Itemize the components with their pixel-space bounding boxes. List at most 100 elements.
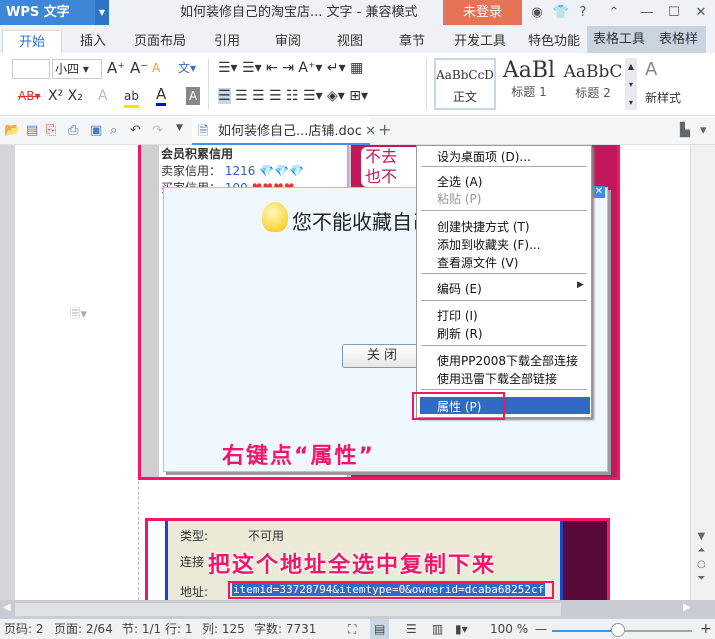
status-page: 页码: 2 xyxy=(4,622,44,636)
status-section: 节: 1/1 xyxy=(122,622,162,636)
grow-font-icon[interactable]: A⁺ A⁻ xyxy=(107,59,148,77)
tab-layout[interactable]: 页面布局 xyxy=(128,30,192,53)
tab-review[interactable]: 审阅 xyxy=(266,30,310,53)
page-view-icon[interactable]: ▤ xyxy=(370,619,390,639)
zoom-level: 100 % xyxy=(490,622,529,636)
horizontal-scrollbar[interactable]: ◀ ▶ xyxy=(0,600,715,619)
font-name-select[interactable] xyxy=(12,59,50,79)
tab-special[interactable]: 特色功能 xyxy=(522,30,586,53)
menu-item-create-shortcut[interactable]: 创建快捷方式 (T) xyxy=(437,218,530,235)
tab-table-tools[interactable]: 表格工具 xyxy=(587,26,651,53)
strikethrough-icon[interactable]: AB▾ xyxy=(18,87,40,105)
web-view-icon[interactable]: ▥ xyxy=(432,619,443,639)
print-icon[interactable]: ⎙ xyxy=(68,123,78,138)
type-label: 类型: xyxy=(180,529,209,543)
phonetic-icon[interactable]: 文▾ xyxy=(178,59,196,77)
address-field[interactable]: itemid=33728794&itemtype=0&ownerid=dcaba… xyxy=(228,581,554,599)
superscript-subscript-icon[interactable]: X² X₂ xyxy=(48,87,83,105)
tab-references[interactable]: 引用 xyxy=(205,30,249,53)
find-icon[interactable]: ⌕ xyxy=(110,123,117,138)
clear-format-icon[interactable]: A xyxy=(152,59,160,77)
address-label: 地址: xyxy=(180,585,209,599)
skin-icon[interactable]: ◉ xyxy=(528,0,546,25)
tab-insert[interactable]: 插入 xyxy=(70,30,116,53)
wps-dropdown-icon[interactable]: ▼ xyxy=(95,0,109,25)
scroll-left-icon[interactable]: ◀ xyxy=(3,602,11,613)
bullets-icon[interactable]: ☰▾ ☰▾ ⇤ ⇥ A⁺▾ ↵▾ ▦ xyxy=(218,59,363,77)
menu-item-add-favorite[interactable]: 添加到收藏夹 (F)... xyxy=(437,236,541,253)
dialog-message: 您不能收藏自己 xyxy=(292,210,432,234)
zoom-in-icon[interactable]: + xyxy=(700,619,712,639)
zoom-out-icon[interactable]: — xyxy=(535,619,547,639)
style-normal[interactable]: AaBbCcD 正文 xyxy=(434,58,496,110)
status-words[interactable]: 字数: 7731 xyxy=(254,619,316,639)
print-preview-icon[interactable]: ▣ xyxy=(90,123,102,138)
tab-chapter[interactable]: 章节 xyxy=(390,30,434,53)
tab-developer[interactable]: 开发工具 xyxy=(448,30,512,53)
menu-icon[interactable]: ▾ xyxy=(700,123,707,138)
font-color-icon[interactable]: A xyxy=(156,85,167,106)
window-title: 如何装修自己的淘宝店... 文字 - 兼容模式 xyxy=(180,5,418,20)
font-size-select[interactable]: 小四 ▾ xyxy=(52,59,102,79)
tab-home[interactable]: 开始 xyxy=(2,30,62,53)
dialog-close-button[interactable]: 关 闭 xyxy=(342,344,422,368)
menu-item-refresh[interactable]: 刷新 (R) xyxy=(437,325,483,342)
style-scroll[interactable]: ▲ ▾ ▾ xyxy=(625,58,637,110)
outline-view-icon[interactable]: ☰ xyxy=(406,619,417,639)
new-tab-icon[interactable]: + xyxy=(378,120,391,139)
menu-item-select-all[interactable]: 全选 (A) xyxy=(437,173,482,190)
maximize-icon[interactable]: ☐ xyxy=(665,0,683,25)
type-value: 不可用 xyxy=(248,529,285,543)
screenshot-image-2: 类型: 不可用 连接 地址: itemid=33728794&itemtype=… xyxy=(145,518,610,600)
menu-item-print[interactable]: 打印 (I) xyxy=(437,307,478,324)
scroll-right-icon[interactable]: ▶ xyxy=(683,602,691,613)
align-icons[interactable]: ☰ ☰ ☰ ☰ ☷ ☰▾ ◈▾ ⊞▾ xyxy=(218,87,368,105)
undo-icon[interactable]: ↶ xyxy=(130,123,141,138)
menu-item-thunder[interactable]: 使用迅雷下载全部链接 xyxy=(437,370,557,387)
wps-menu-button[interactable]: WPS 文字 xyxy=(0,0,95,25)
char-shading-icon[interactable]: A xyxy=(186,87,201,105)
vertical-scrollbar[interactable]: ▼ ⏶ ○ ⏷ xyxy=(690,145,715,600)
menu-item-set-desktop[interactable]: 设为桌面项 (D)... xyxy=(437,148,531,165)
menu-item-view-source[interactable]: 查看源文件 (V) xyxy=(437,254,518,271)
fullscreen-icon[interactable]: ⛶ xyxy=(348,619,356,639)
open-icon[interactable]: 📂 xyxy=(4,123,20,138)
zoom-slider-knob[interactable] xyxy=(611,623,625,637)
page-nav-icons[interactable]: ▼ ⏶ ○ ⏷ xyxy=(697,530,706,586)
customize-dropdown-icon[interactable]: ▼ xyxy=(176,123,183,133)
collapse-ribbon-icon[interactable]: ⌃ xyxy=(605,0,623,25)
new-style-icon[interactable]: A xyxy=(645,61,657,79)
shirt-icon[interactable]: 👕 xyxy=(552,0,570,25)
text-effect-icon[interactable]: A xyxy=(98,87,108,105)
close-tab-icon[interactable]: ✕ xyxy=(365,118,376,145)
reading-mode-icon[interactable]: ▮▾ xyxy=(455,619,468,639)
status-row: 行: 1 xyxy=(165,622,193,636)
save-icon[interactable]: ▤ xyxy=(26,123,38,138)
highlight-icon[interactable]: ab xyxy=(124,87,139,108)
menu-item-pp2008[interactable]: 使用PP2008下载全部连接 xyxy=(437,352,578,369)
document-tab[interactable]: 🗎 如何装修自己...店铺.doc ✕ xyxy=(192,118,376,145)
redo-icon[interactable]: ↷ xyxy=(152,123,163,138)
font-size-value: 小四 xyxy=(55,62,80,76)
credit-title: 会员积累信用 xyxy=(161,147,234,161)
paragraph-marker-icon[interactable]: 🗏▾ xyxy=(70,305,87,327)
tab-view[interactable]: 视图 xyxy=(328,30,372,53)
status-pages: 页面: 2/64 xyxy=(54,622,113,636)
new-style-button[interactable]: 新样式 xyxy=(645,89,681,107)
align-left-icon[interactable]: ☰ xyxy=(218,88,231,104)
menu-item-encoding[interactable]: 编码 (E) xyxy=(437,280,482,297)
panel-icon[interactable]: ▙ xyxy=(680,123,690,138)
login-button[interactable]: 未登录 xyxy=(443,0,522,25)
export-pdf-icon[interactable]: ⎘ xyxy=(46,123,56,138)
help-icon[interactable]: ? xyxy=(574,0,592,25)
style-heading1[interactable]: AaBl 标题 1 xyxy=(498,58,560,110)
tab-table-style[interactable]: 表格样 xyxy=(651,26,706,53)
menu-item-paste: 粘贴 (P) xyxy=(437,192,482,206)
diamond-icon: 💎💎💎 xyxy=(259,164,305,178)
style-heading2[interactable]: AaBbC 标题 2 xyxy=(562,58,624,110)
address-value: itemid=33728794&itemtype=0&ownerid=dcaba… xyxy=(232,583,546,596)
minimize-icon[interactable]: — xyxy=(638,0,656,25)
scroll-thumb[interactable] xyxy=(15,603,561,616)
close-icon[interactable]: ✕ xyxy=(692,0,710,25)
dialog-x-icon[interactable]: ✕ xyxy=(593,186,605,198)
